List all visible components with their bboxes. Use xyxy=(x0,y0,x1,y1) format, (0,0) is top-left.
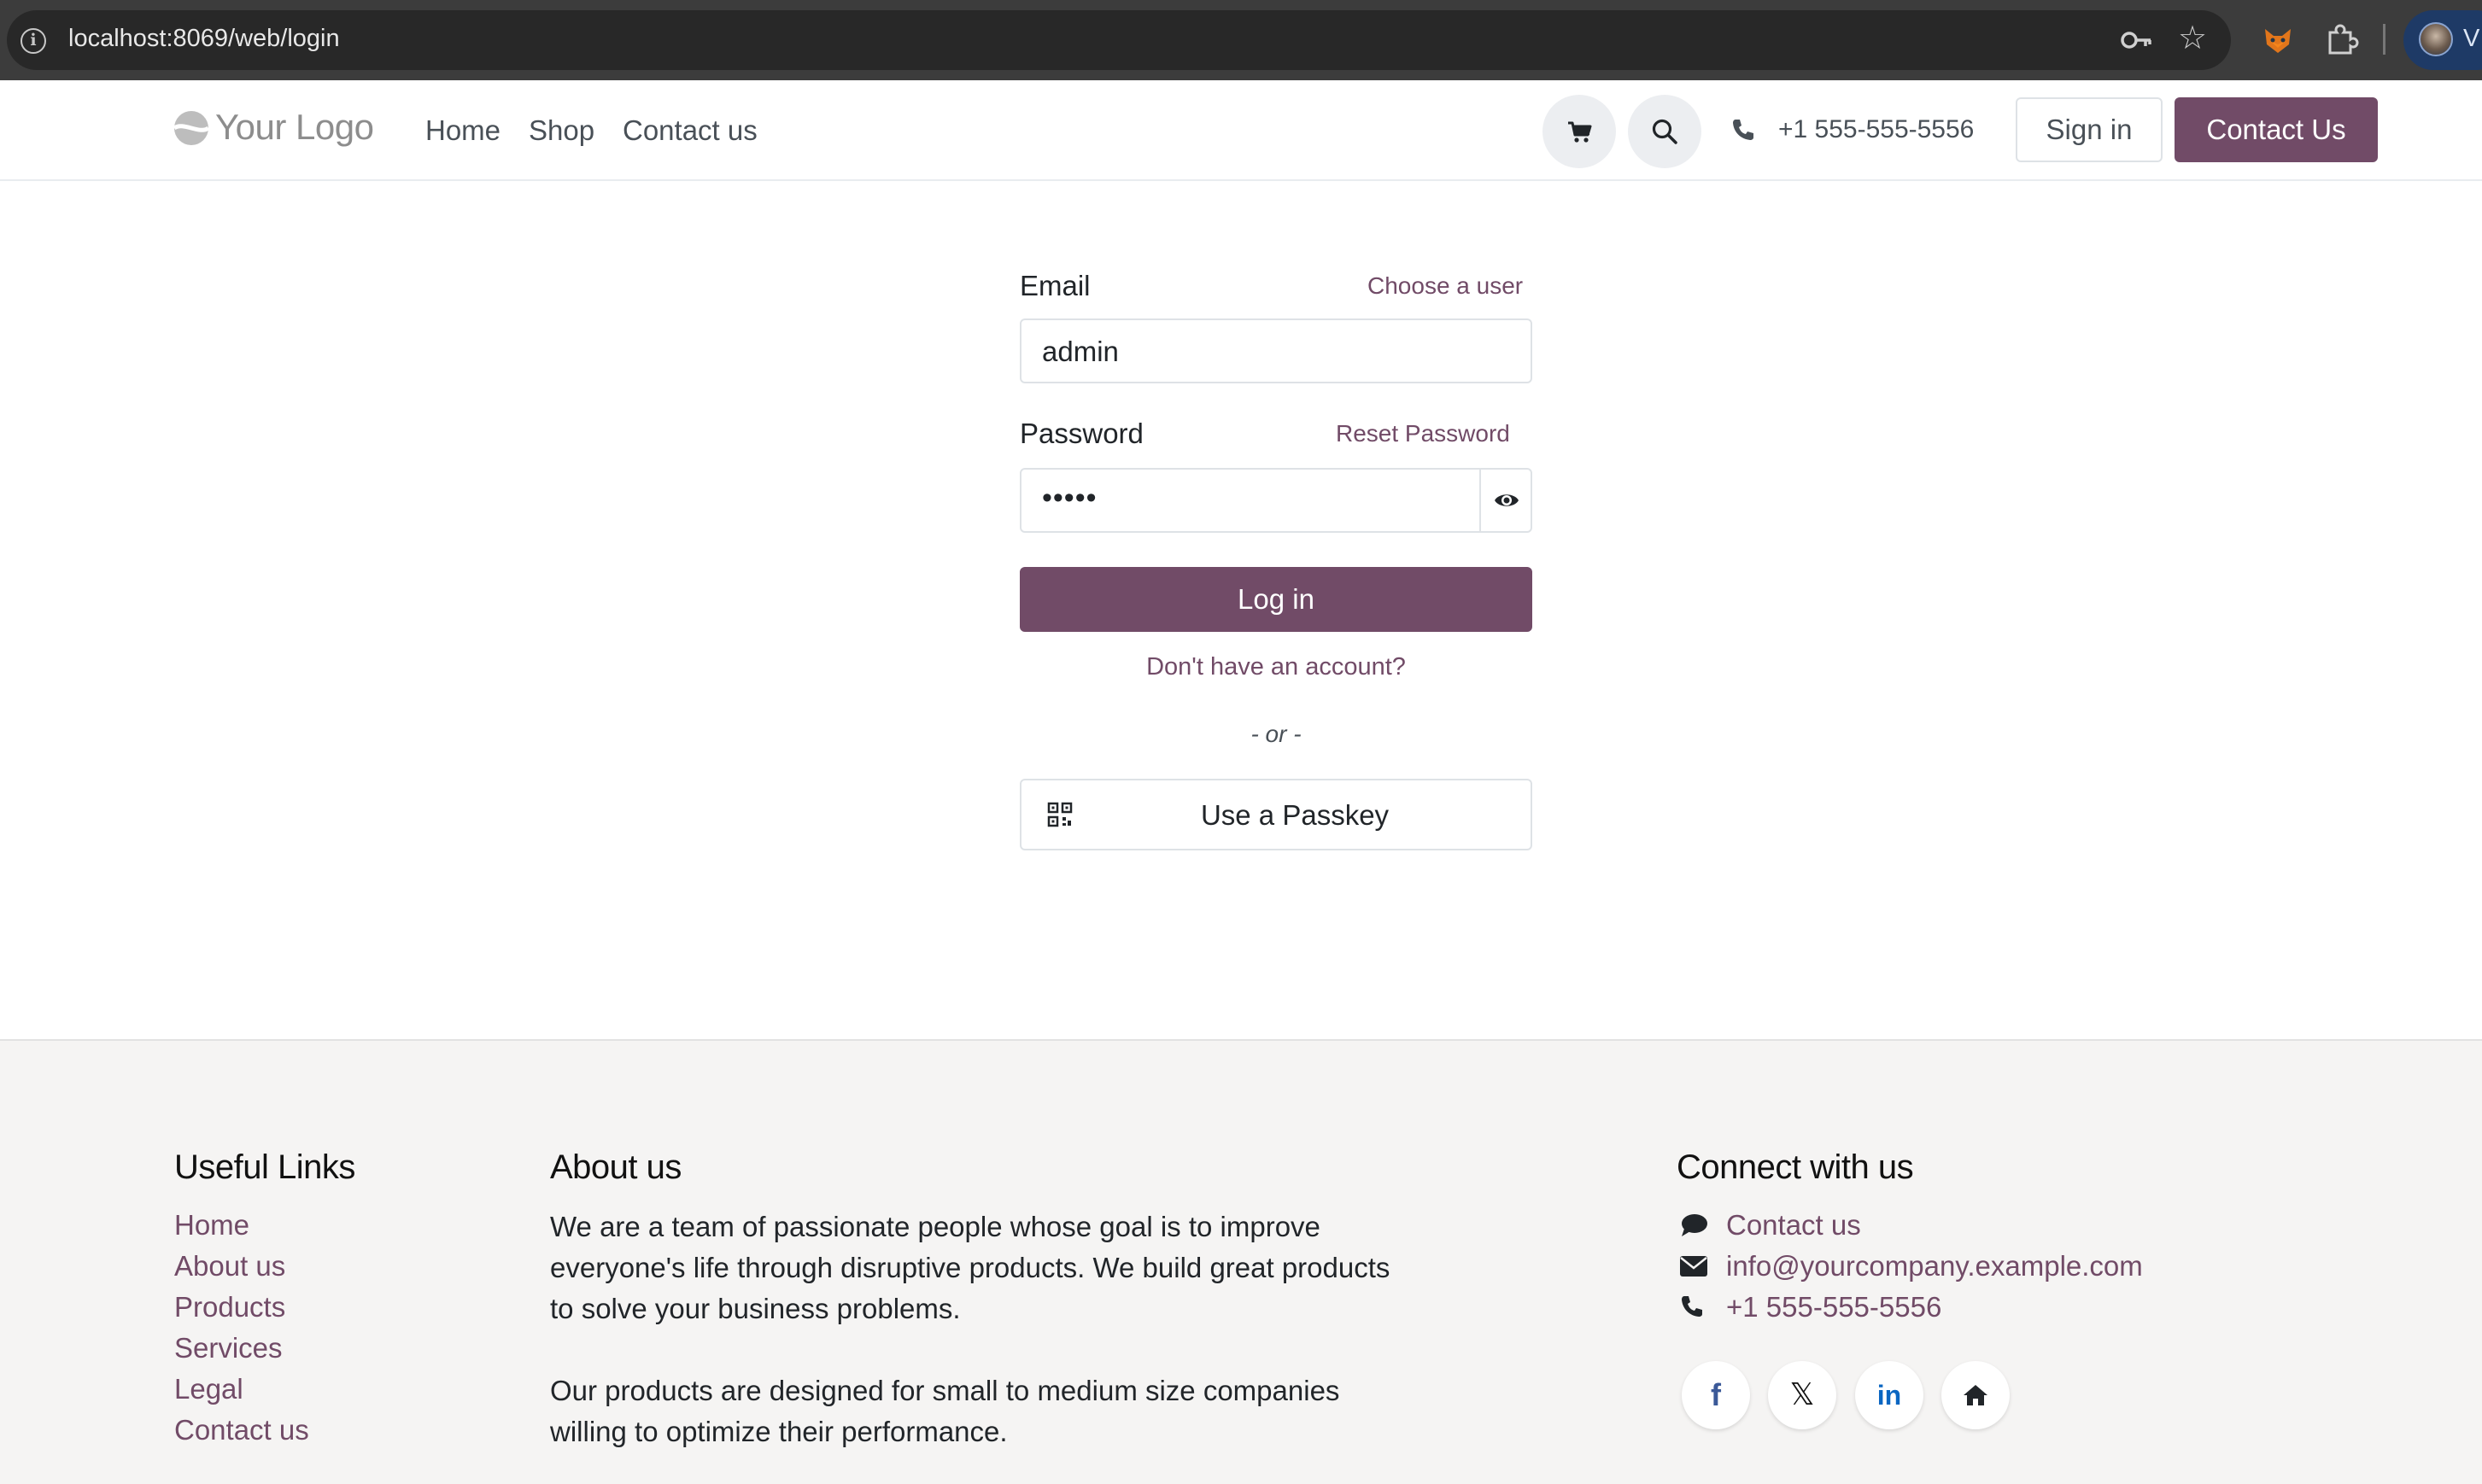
header-phone[interactable]: +1 555-555-5556 xyxy=(1778,115,1974,144)
footer-link-contact-us[interactable]: Contact us xyxy=(174,1414,309,1446)
nav-contact-us[interactable]: Contact us xyxy=(623,114,758,147)
envelope-icon xyxy=(1680,1256,1707,1277)
footer-link-services[interactable]: Services xyxy=(174,1332,283,1364)
chat-bubble-icon xyxy=(1682,1214,1707,1236)
connect-title: Connect with us xyxy=(1677,1148,1914,1186)
phone-icon xyxy=(1733,120,1753,140)
password-label: Password xyxy=(1020,418,1144,449)
facebook-button[interactable]: f xyxy=(1682,1361,1750,1429)
password-key-icon[interactable] xyxy=(2120,24,2154,56)
site-info-icon[interactable]: i xyxy=(20,28,46,54)
toolbar-separator xyxy=(2383,24,2385,55)
about-text-line: to solve your business problems. xyxy=(550,1293,961,1324)
passkey-label[interactable]: Use a Passkey xyxy=(1021,799,1534,832)
sign-in-button[interactable]: Sign in xyxy=(2016,97,2163,162)
reset-password-link[interactable]: Reset Password xyxy=(1336,420,1510,447)
footer-link-home[interactable]: Home xyxy=(174,1209,249,1242)
address-bar[interactable] xyxy=(7,10,2231,70)
nav-shop[interactable]: Shop xyxy=(529,114,594,147)
connect-contact-us[interactable]: Contact us xyxy=(1726,1209,1861,1242)
logo-mark-icon[interactable] xyxy=(173,109,210,147)
phone-icon xyxy=(1682,1296,1702,1317)
logo-text[interactable]: Your Logo xyxy=(215,107,374,148)
footer-link-about-us[interactable]: About us xyxy=(174,1250,285,1282)
log-in-button[interactable]: Log in xyxy=(1020,567,1532,632)
url-text[interactable]: localhost:8069/web/login xyxy=(68,25,340,53)
footer-link-products[interactable]: Products xyxy=(174,1291,285,1323)
connect-email[interactable]: info@yourcompany.example.com xyxy=(1726,1250,2143,1282)
show-password-button[interactable] xyxy=(1479,470,1531,531)
bookmark-star-icon[interactable]: ☆ xyxy=(2178,22,2207,55)
contact-us-button[interactable]: Contact Us xyxy=(2175,97,2378,162)
footer-link-legal[interactable]: Legal xyxy=(174,1373,243,1405)
extensions-puzzle-icon[interactable] xyxy=(2325,22,2359,56)
browser-toolbar: i localhost:8069/web/login ☆ V xyxy=(0,0,2482,80)
useful-links-title: Useful Links xyxy=(174,1148,355,1186)
search-button[interactable] xyxy=(1628,95,1701,168)
nav-home[interactable]: Home xyxy=(425,114,500,147)
or-separator: - or - xyxy=(1250,721,1302,747)
choose-user-link[interactable]: Choose a user xyxy=(1367,272,1523,300)
about-text-line: Our products are designed for small to m… xyxy=(550,1375,1340,1406)
linkedin-icon: in xyxy=(1876,1380,1902,1411)
cart-icon xyxy=(1568,121,1592,143)
about-text-line: We are a team of passionate people whose… xyxy=(550,1211,1320,1242)
password-value[interactable]: ••••• xyxy=(1042,482,1098,515)
x-icon: 𝕏 xyxy=(1789,1377,1815,1412)
about-text-line: willing to optimize their performance. xyxy=(550,1416,1008,1447)
password-field[interactable]: ••••• xyxy=(1020,468,1532,533)
about-us-title: About us xyxy=(550,1148,682,1186)
use-passkey-button[interactable]: Use a Passkey xyxy=(1020,779,1532,850)
email-label: Email xyxy=(1020,270,1091,301)
home-button[interactable] xyxy=(1941,1361,2010,1429)
facebook-icon: f xyxy=(1711,1377,1721,1412)
email-field[interactable]: admin xyxy=(1020,318,1532,383)
extension-fox-icon[interactable] xyxy=(2262,24,2294,56)
eye-icon xyxy=(1495,494,1519,506)
home-icon xyxy=(1941,1361,2010,1429)
email-value[interactable]: admin xyxy=(1042,336,1119,368)
connect-phone[interactable]: +1 555-555-5556 xyxy=(1726,1291,1941,1323)
signup-link[interactable]: Don't have an account? xyxy=(1020,653,1532,681)
about-text-line: everyone's life through disruptive produ… xyxy=(550,1252,1390,1283)
profile-avatar[interactable] xyxy=(2419,22,2453,56)
x-button[interactable]: 𝕏 xyxy=(1768,1361,1836,1429)
linkedin-button[interactable]: in xyxy=(1855,1361,1923,1429)
profile-initial[interactable]: V xyxy=(2463,25,2479,53)
cart-button[interactable] xyxy=(1542,95,1616,168)
search-icon xyxy=(1652,119,1677,144)
